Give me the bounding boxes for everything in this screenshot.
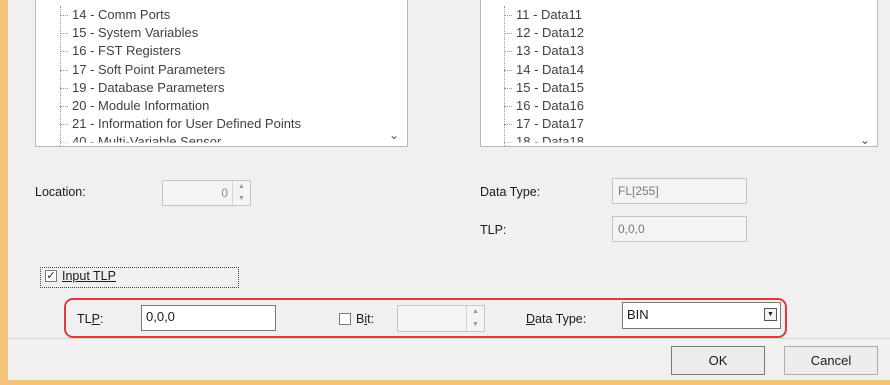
spin-up-icon: ▲ bbox=[238, 183, 245, 190]
input-tlp-label[interactable]: Input TLP bbox=[62, 269, 116, 283]
location-label: Location: bbox=[35, 185, 86, 199]
tree-item[interactable]: 16 - FST Registers bbox=[60, 42, 301, 60]
tree-item[interactable]: 20 - Module Information bbox=[60, 97, 301, 115]
tree-item[interactable]: 16 - Data16 bbox=[504, 97, 584, 115]
tree-item[interactable]: 14 - Data14 bbox=[504, 61, 584, 79]
tlp-input-label: TLP: bbox=[77, 312, 103, 326]
label-part: ata Type: bbox=[535, 312, 587, 326]
dropdown-arrow-icon[interactable]: ▼ bbox=[764, 308, 777, 321]
data-type-select-value: BIN bbox=[627, 307, 649, 322]
cancel-button[interactable]: Cancel bbox=[784, 346, 878, 375]
tree-item[interactable]: 15 - System Variables bbox=[60, 24, 301, 42]
parameter-tree[interactable]: 14 - Comm Ports 15 - System Variables 16… bbox=[35, 0, 408, 147]
location-spinner: 0 ▲ ▼ bbox=[162, 180, 251, 206]
tree-item[interactable]: 40 - Multi-Variable Sensor bbox=[60, 133, 301, 142]
location-spin-buttons: ▲ ▼ bbox=[232, 181, 250, 205]
scroll-down-chevron-icon[interactable]: ⌄ bbox=[387, 128, 401, 142]
input-tlp-checkbox[interactable]: ✓ bbox=[45, 270, 57, 282]
label-part: TL bbox=[77, 312, 92, 326]
tree-item[interactable]: 17 - Soft Point Parameters bbox=[60, 61, 301, 79]
label-part: t: bbox=[367, 312, 375, 326]
bit-spinner: ▲ ▼ bbox=[397, 305, 485, 332]
bit-checkbox[interactable] bbox=[339, 313, 351, 325]
button-bar-separator bbox=[8, 338, 890, 339]
data-tree[interactable]: 11 - Data11 12 - Data12 13 - Data13 14 -… bbox=[480, 0, 878, 147]
scroll-down-chevron-icon[interactable]: ⌄ bbox=[858, 133, 872, 146]
label-mnemonic: P bbox=[91, 312, 100, 326]
label-mnemonic: D bbox=[526, 312, 536, 326]
tree-item[interactable]: 17 - Data17 bbox=[504, 115, 584, 133]
tree-item[interactable]: 13 - Data13 bbox=[504, 42, 584, 60]
label-part: : bbox=[99, 312, 104, 326]
spin-up-icon: ▲ bbox=[472, 308, 479, 315]
data-type-select-label: Data Type: bbox=[526, 312, 586, 326]
window-frame-left bbox=[0, 0, 8, 385]
spin-down-icon: ▼ bbox=[238, 195, 245, 202]
tree-item[interactable]: 18 - Data18 bbox=[504, 133, 584, 142]
tlp-input[interactable]: 0,0,0 bbox=[141, 305, 276, 331]
tree-item[interactable]: 15 - Data15 bbox=[504, 79, 584, 97]
tree-item[interactable]: 14 - Comm Ports bbox=[60, 6, 301, 24]
data-type-readonly-field: FL[255] bbox=[612, 178, 747, 204]
bit-spin-buttons: ▲ ▼ bbox=[466, 306, 484, 331]
data-type-select[interactable]: BIN ▼ bbox=[622, 302, 781, 329]
tlp-readonly-field: 0,0,0 bbox=[612, 216, 747, 242]
location-value: 0 bbox=[221, 186, 228, 200]
ok-button[interactable]: OK bbox=[671, 346, 765, 375]
tree-item[interactable]: 12 - Data12 bbox=[504, 24, 584, 42]
input-tlp-label-text: Input TLP bbox=[62, 269, 116, 283]
tree-item[interactable]: 21 - Information for User Defined Points bbox=[60, 115, 301, 133]
bit-label[interactable]: Bit: bbox=[356, 312, 374, 326]
data-type-label: Data Type: bbox=[480, 185, 541, 199]
spin-down-icon: ▼ bbox=[472, 320, 479, 328]
window-frame-bottom bbox=[0, 380, 890, 385]
tree-item[interactable]: 11 - Data11 bbox=[504, 6, 584, 24]
tree-item[interactable]: 19 - Database Parameters bbox=[60, 79, 301, 97]
tlp-label: TLP: bbox=[480, 223, 507, 237]
